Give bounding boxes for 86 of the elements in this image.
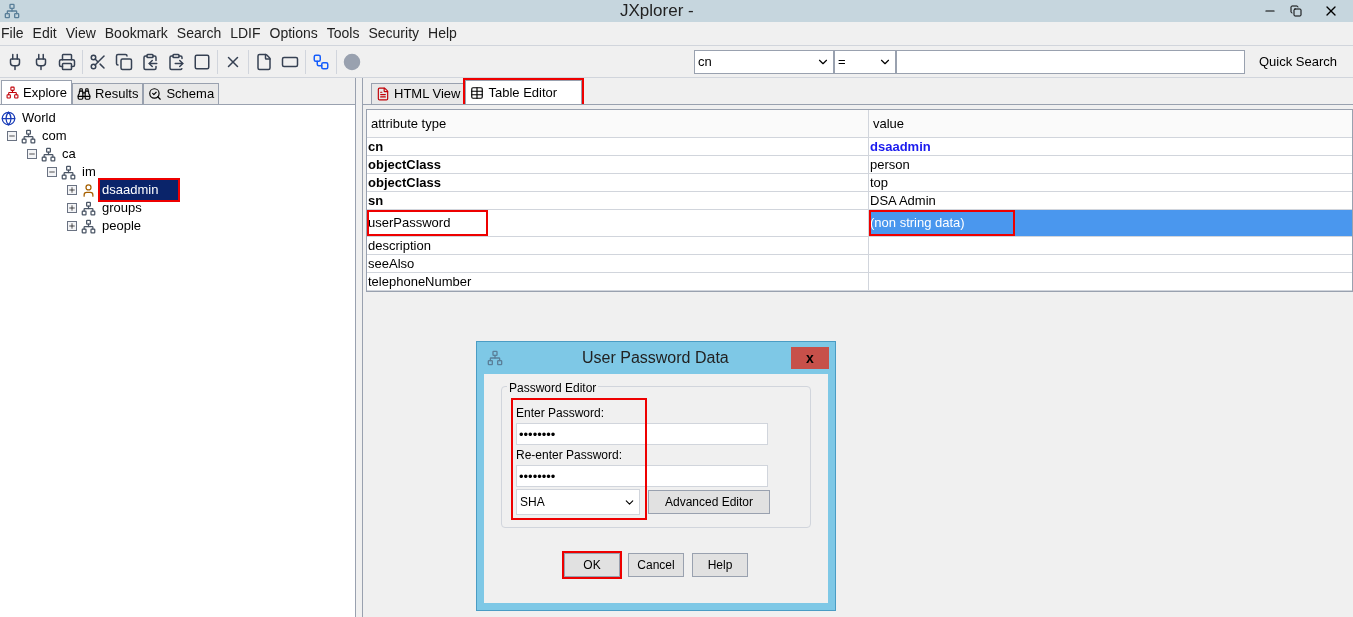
menu-item[interactable]: Security	[368, 23, 420, 44]
table-cell: userPassword	[367, 210, 488, 236]
document-icon	[376, 87, 390, 101]
tree-item[interactable]: com	[40, 126, 69, 146]
app-icon	[487, 350, 503, 366]
menu-item[interactable]: Help	[428, 23, 457, 44]
tree-item[interactable]: World	[20, 108, 58, 128]
tree-node-icon	[81, 200, 96, 216]
hash-dropdown[interactable]: SHA	[516, 489, 640, 515]
globe-icon	[1, 110, 16, 126]
quick-search-button[interactable]: Quick Search	[1244, 49, 1351, 74]
restore-button[interactable]	[1290, 5, 1302, 17]
table-cell: objectClass	[367, 174, 442, 191]
person-icon	[81, 182, 96, 198]
table-cell: (non string data)	[869, 210, 1015, 236]
menu-item[interactable]: Search	[176, 23, 222, 44]
plus-icon	[68, 222, 76, 230]
table-cell: objectClass	[367, 156, 442, 173]
table-icon	[470, 85, 485, 100]
operator-dropdown[interactable]: =	[833, 49, 896, 74]
password-field[interactable]: ••••••••	[516, 423, 768, 445]
table-cell: cn	[367, 138, 385, 155]
tree-node-icon	[41, 146, 56, 162]
minus-icon	[8, 132, 16, 140]
tab[interactable]: Explore	[1, 80, 73, 104]
menu-item[interactable]: Edit	[32, 23, 57, 44]
tab[interactable]: Results	[72, 83, 144, 104]
plus-icon	[68, 186, 76, 194]
close-button[interactable]: x	[791, 347, 829, 369]
column-header[interactable]: attribute type	[367, 110, 869, 137]
table-cell: description	[367, 237, 432, 254]
dialog-button[interactable]: Help	[692, 553, 748, 577]
advanced-editor-button[interactable]: Advanced Editor	[648, 490, 770, 514]
tab[interactable]: HTML View	[371, 83, 466, 104]
menu-item[interactable]: Options	[269, 23, 318, 44]
dialog-button[interactable]: OK	[564, 553, 620, 577]
tree-icon	[6, 86, 19, 99]
app-icon	[4, 3, 20, 19]
expand-toggle[interactable]	[67, 185, 77, 195]
menu-item[interactable]: LDIF	[230, 23, 261, 44]
search-field[interactable]	[895, 49, 1245, 74]
column-header[interactable]: value	[869, 110, 1352, 137]
expand-toggle[interactable]	[67, 203, 77, 213]
table-cell: top	[869, 174, 890, 191]
tree-icon[interactable]	[312, 52, 330, 71]
square-icon[interactable]	[193, 52, 211, 71]
tree-node-icon	[61, 164, 76, 180]
new-file-icon[interactable]	[255, 52, 273, 71]
table-cell: seeAlso	[367, 255, 416, 272]
tree-node-icon	[21, 128, 36, 144]
menu-item[interactable]: Tools	[326, 23, 360, 44]
dialog-button[interactable]: Cancel	[628, 553, 684, 577]
minus-icon	[48, 168, 56, 176]
minus-icon	[28, 150, 36, 158]
plus-icon	[68, 204, 76, 212]
tree-item[interactable]: dsaadmin	[100, 180, 179, 200]
collapse-toggle[interactable]	[47, 167, 57, 177]
dialog-title: User Password Data	[582, 348, 729, 368]
field-label: Enter Password:	[516, 405, 606, 422]
cut-icon[interactable]	[89, 52, 107, 71]
menu-item[interactable]: View	[65, 23, 96, 44]
window-title: JXplorer -	[620, 0, 694, 23]
table-cell: DSA Admin	[869, 192, 937, 209]
print-icon[interactable]	[58, 52, 76, 71]
tree-item[interactable]: people	[100, 216, 144, 236]
tree-item[interactable]: ca	[60, 144, 78, 164]
tab[interactable]: Schema	[143, 83, 220, 104]
password-field[interactable]: ••••••••	[516, 465, 768, 487]
copy-icon[interactable]	[115, 52, 133, 71]
tab[interactable]: Table Editor	[465, 80, 583, 104]
table-cell: telephoneNumber	[367, 273, 473, 290]
attribute-dropdown[interactable]: cn	[693, 49, 834, 74]
tree-item[interactable]: groups	[100, 198, 144, 218]
binoculars-icon	[77, 87, 92, 101]
collapse-toggle[interactable]	[27, 149, 37, 159]
tree-node-icon	[81, 218, 96, 234]
collapse-toggle[interactable]	[7, 131, 17, 141]
table-cell: sn	[367, 192, 385, 209]
field-label: Re-enter Password:	[516, 447, 624, 464]
table-cell: person	[869, 156, 911, 173]
expand-toggle[interactable]	[67, 221, 77, 231]
tree-item[interactable]: im	[80, 162, 98, 182]
menu-item[interactable]: Bookmark	[104, 23, 168, 44]
paste-icon[interactable]	[167, 52, 185, 71]
menu-item[interactable]: File	[1, 23, 24, 44]
table-cell: dsaadmin	[869, 138, 932, 155]
